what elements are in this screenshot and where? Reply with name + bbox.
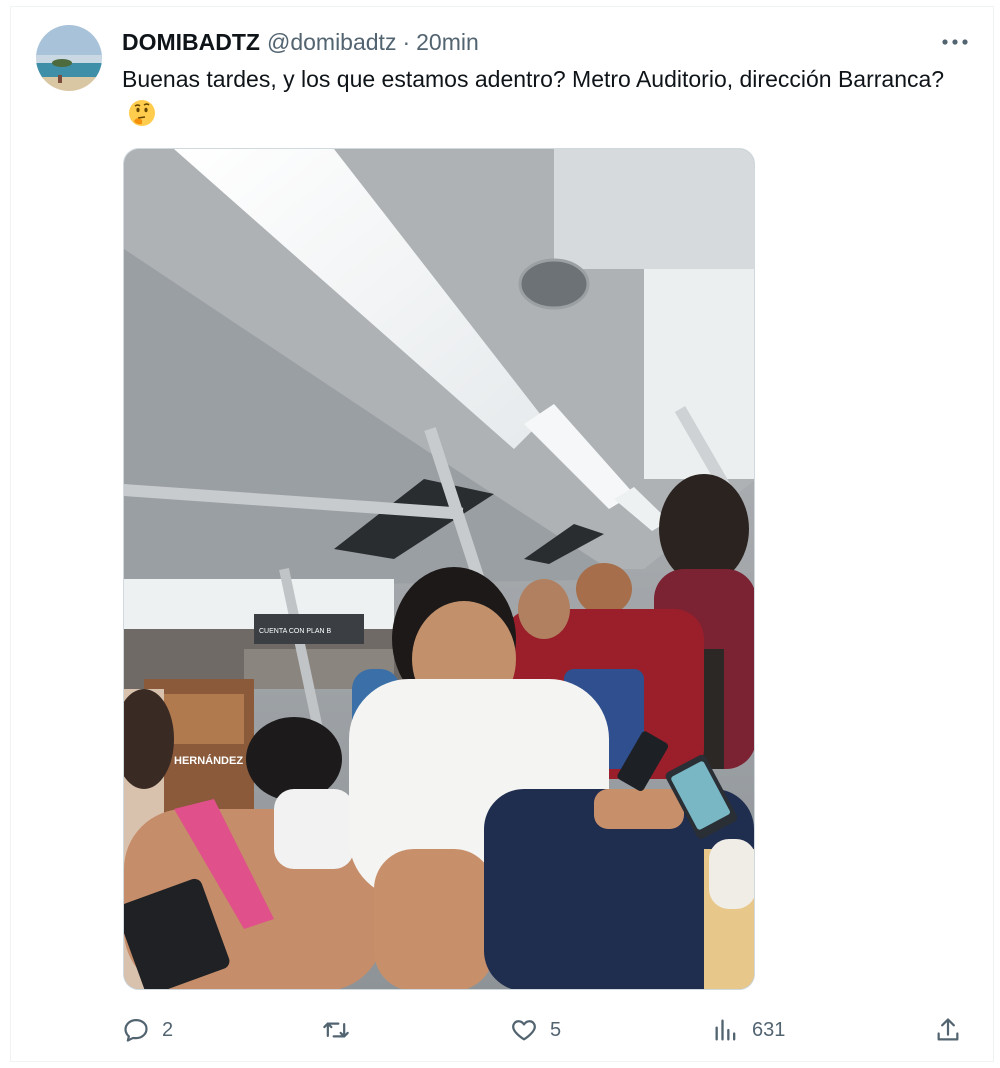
thinking-face-icon bbox=[128, 99, 156, 127]
views-count: 631 bbox=[752, 1018, 786, 1041]
like-count: 5 bbox=[550, 1018, 562, 1041]
heart-icon bbox=[512, 1020, 536, 1041]
more-button[interactable] bbox=[938, 30, 972, 54]
retweet-button[interactable] bbox=[322, 1008, 362, 1052]
avatar[interactable] bbox=[36, 25, 102, 91]
reply-button[interactable]: 2 bbox=[122, 1008, 173, 1052]
reply-count: 2 bbox=[162, 1018, 174, 1041]
views-button[interactable]: 631 bbox=[712, 1008, 785, 1052]
metro-banner-text: CUENTA CON PLAN B bbox=[259, 628, 332, 635]
tweet-text-content: Buenas tardes, y los que estamos adentro… bbox=[122, 66, 945, 92]
author-name[interactable]: DOMIBADTZ bbox=[122, 29, 260, 56]
views-chart-icon bbox=[715, 1019, 736, 1041]
tweet-actions: 2 5 631 bbox=[0, 1008, 1000, 1052]
post-timestamp[interactable]: 20min bbox=[416, 29, 479, 56]
tweet-header: DOMIBADTZ @domibadtz · 20min bbox=[122, 28, 479, 56]
share-button[interactable] bbox=[934, 1008, 962, 1052]
retweet-icon bbox=[323, 1022, 349, 1038]
ad-poster-text: HERNÁNDEZ bbox=[174, 754, 243, 767]
tweet-text: Buenas tardes, y los que estamos adentro… bbox=[122, 62, 952, 130]
more-dots-icon bbox=[942, 39, 968, 45]
reply-icon bbox=[124, 1018, 148, 1042]
tweet-photo[interactable]: HERNÁNDEZ CUENTA CON PLAN B bbox=[123, 148, 755, 990]
separator-dot: · bbox=[402, 28, 411, 55]
author-handle[interactable]: @domibadtz bbox=[267, 29, 396, 56]
share-icon bbox=[937, 1018, 959, 1041]
like-button[interactable]: 5 bbox=[510, 1008, 561, 1052]
